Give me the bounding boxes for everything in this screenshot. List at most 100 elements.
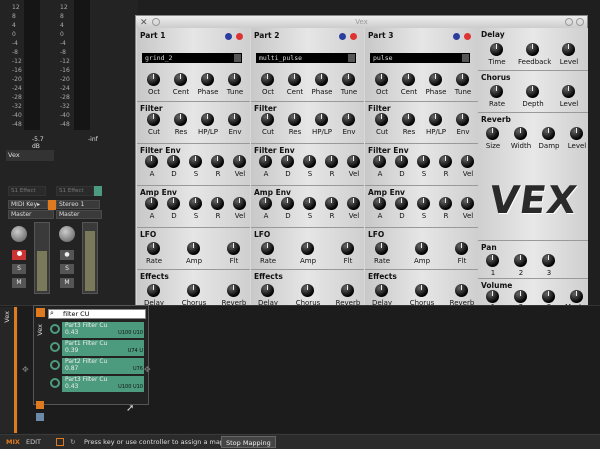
fx-indicator[interactable] — [94, 186, 102, 196]
part-solo-led[interactable] — [236, 33, 243, 40]
knob[interactable] — [570, 290, 583, 303]
knob[interactable] — [187, 284, 200, 297]
knob[interactable] — [395, 155, 408, 168]
mapping-cell[interactable]: Part2 Filter Cu 0.87 U76 — [62, 358, 144, 374]
knob[interactable] — [461, 197, 474, 210]
knob[interactable] — [303, 155, 316, 168]
knob[interactable] — [315, 73, 328, 86]
knob[interactable] — [562, 85, 575, 98]
knob[interactable] — [514, 254, 527, 267]
knob[interactable] — [570, 127, 583, 140]
modulator-icon[interactable] — [36, 413, 44, 421]
solo-button-right[interactable]: S — [60, 264, 74, 274]
waveform-select[interactable]: pulse — [370, 53, 470, 63]
knob[interactable] — [490, 43, 503, 56]
knob[interactable] — [227, 284, 240, 297]
device-icon[interactable] — [36, 401, 44, 409]
volume-fader-left[interactable] — [34, 222, 50, 294]
record-button[interactable] — [12, 250, 26, 260]
knob[interactable] — [417, 155, 430, 168]
vex-title-bar[interactable]: Vex ✕ — [136, 16, 587, 28]
knob[interactable] — [417, 197, 430, 210]
part-solo-led[interactable] — [464, 33, 471, 40]
knob[interactable] — [347, 197, 360, 210]
knob[interactable] — [147, 73, 160, 86]
knob[interactable] — [189, 197, 202, 210]
mapping-cell[interactable]: Part3 Filter Cu 0.43 U100 U10 — [62, 376, 144, 392]
knob[interactable] — [456, 113, 469, 126]
mapping-knob-icon[interactable] — [50, 360, 60, 370]
knob[interactable] — [373, 155, 386, 168]
knob[interactable] — [347, 155, 360, 168]
knob[interactable] — [542, 290, 555, 303]
knob[interactable] — [288, 113, 301, 126]
knob[interactable] — [429, 73, 442, 86]
knob[interactable] — [486, 254, 499, 267]
knob[interactable] — [325, 197, 338, 210]
knob[interactable] — [429, 113, 442, 126]
knob[interactable] — [147, 242, 160, 255]
waveform-select[interactable]: multi_pulse — [256, 53, 356, 63]
part-solo-led[interactable] — [350, 33, 357, 40]
knob[interactable] — [201, 113, 214, 126]
knob[interactable] — [514, 127, 527, 140]
waveform-select[interactable]: grind_2 — [142, 53, 242, 63]
knob[interactable] — [325, 155, 338, 168]
fx-slot-right[interactable]: S1 Effect — [56, 186, 94, 196]
mapping-icon[interactable] — [56, 438, 64, 446]
mix-tab[interactable]: MIX — [6, 435, 20, 449]
mapping-knob-icon[interactable] — [50, 378, 60, 388]
knob[interactable] — [228, 73, 241, 86]
knob[interactable] — [261, 284, 274, 297]
record-button-right[interactable]: ● — [60, 250, 74, 260]
knob[interactable] — [342, 113, 355, 126]
knob[interactable] — [342, 73, 355, 86]
output-select-right[interactable]: Master — [56, 210, 102, 219]
part-enable-led[interactable] — [225, 33, 232, 40]
part-enable-led[interactable] — [339, 33, 346, 40]
knob[interactable] — [145, 155, 158, 168]
minimize-icon[interactable] — [565, 18, 573, 26]
mapping-cell[interactable]: Part3 Filter Cu 0.43 U100 U10 — [62, 322, 144, 338]
knob[interactable] — [227, 242, 240, 255]
knob[interactable] — [288, 73, 301, 86]
pan-knob-right[interactable] — [59, 226, 75, 242]
filter-input[interactable]: filter CU — [48, 309, 146, 319]
part-enable-led[interactable] — [453, 33, 460, 40]
stop-mapping-button[interactable]: Stop Mapping — [221, 436, 276, 448]
mute-button[interactable]: M — [12, 278, 26, 288]
volume-fader-right[interactable] — [82, 222, 98, 294]
knob[interactable] — [415, 242, 428, 255]
knob[interactable] — [490, 85, 503, 98]
knob[interactable] — [187, 242, 200, 255]
knob[interactable] — [167, 155, 180, 168]
knob[interactable] — [145, 197, 158, 210]
knob[interactable] — [201, 73, 214, 86]
browser-toggle-icon[interactable] — [36, 308, 45, 317]
knob[interactable] — [281, 155, 294, 168]
input-select-right[interactable]: Stereo 1 — [56, 200, 100, 209]
mapping-cell[interactable]: Part1 Filter Cu 0.39 U74 U — [62, 340, 144, 356]
solo-button[interactable]: S — [12, 264, 26, 274]
knob[interactable] — [526, 85, 539, 98]
mute-button-right[interactable]: M — [60, 278, 74, 288]
pan-knob-left[interactable] — [11, 226, 27, 242]
knob[interactable] — [402, 73, 415, 86]
knob[interactable] — [228, 113, 241, 126]
knob[interactable] — [281, 197, 294, 210]
knob[interactable] — [261, 73, 274, 86]
knob[interactable] — [211, 155, 224, 168]
knob[interactable] — [486, 127, 499, 140]
knob[interactable] — [456, 73, 469, 86]
knob[interactable] — [303, 197, 316, 210]
knob[interactable] — [375, 242, 388, 255]
knob[interactable] — [439, 197, 452, 210]
knob[interactable] — [455, 242, 468, 255]
knob[interactable] — [315, 113, 328, 126]
input-select-left[interactable]: MIDI Key▸ — [8, 200, 48, 209]
knob[interactable] — [439, 155, 452, 168]
knob[interactable] — [233, 155, 246, 168]
output-select-left[interactable]: Master — [8, 210, 54, 219]
mapping-knob-icon[interactable] — [50, 324, 60, 334]
knob[interactable] — [174, 73, 187, 86]
